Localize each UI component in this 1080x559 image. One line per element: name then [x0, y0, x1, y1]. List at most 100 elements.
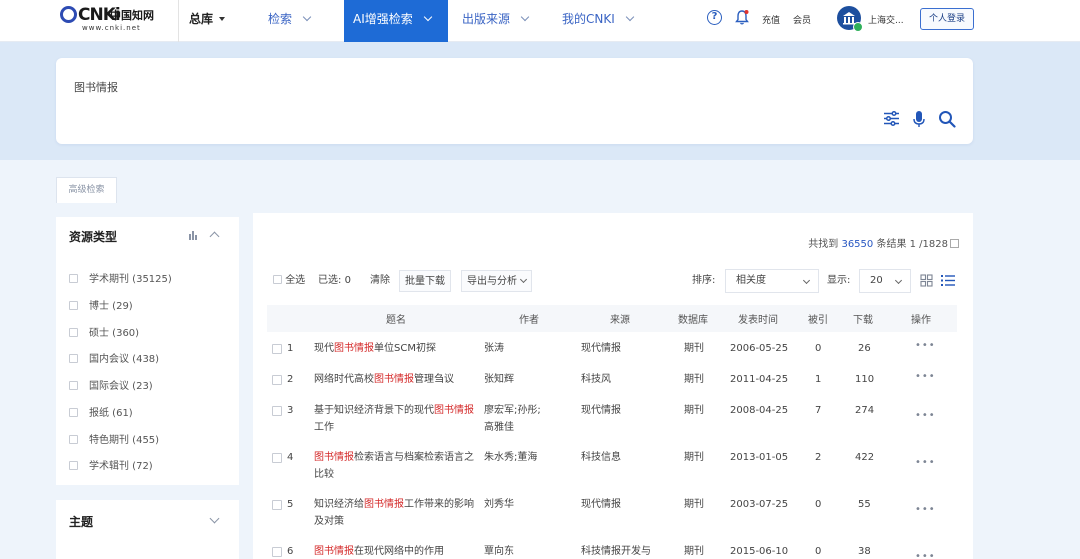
result-title-link[interactable]: 知识经济给图书情报工作带来的影响及对策: [314, 496, 474, 530]
checkbox[interactable]: [69, 408, 78, 417]
row-checkbox[interactable]: [272, 375, 282, 385]
list-view-icon[interactable]: [941, 274, 955, 290]
author-link[interactable]: 张涛: [484, 340, 542, 357]
institution-name[interactable]: 上海交...: [868, 13, 904, 26]
cited-cell[interactable]: 2: [815, 449, 821, 466]
nav-my-cnki[interactable]: 我的CNKI: [562, 0, 635, 42]
more-actions-icon[interactable]: •••: [915, 457, 936, 468]
author-link[interactable]: 刘秀华: [484, 496, 542, 513]
row-checkbox[interactable]: [272, 500, 282, 510]
result-title-link[interactable]: 图书情报在现代网络中的作用: [314, 543, 474, 559]
row-checkbox[interactable]: [272, 547, 282, 557]
checkbox[interactable]: [69, 381, 78, 390]
checkbox[interactable]: [69, 461, 78, 470]
cited-cell[interactable]: 1: [815, 371, 821, 388]
nav-ai-search[interactable]: AI增强检索: [344, 0, 448, 42]
source-link[interactable]: 现代情报: [581, 402, 621, 419]
resource-type-item[interactable]: 国内会议 (438): [69, 350, 159, 365]
nav-ai-search-label: AI增强检索: [353, 12, 413, 26]
chevron-up-icon[interactable]: [209, 231, 220, 242]
checkbox[interactable]: [69, 301, 78, 310]
resource-type-item[interactable]: 学术期刊 (35125): [69, 270, 172, 285]
result-title-link[interactable]: 基于知识经济背景下的现代图书情报工作: [314, 402, 474, 436]
checkbox[interactable]: [69, 435, 78, 444]
cited-cell[interactable]: 0: [815, 496, 821, 513]
nav-search[interactable]: 检索: [268, 0, 312, 42]
topic-title: 主题: [69, 515, 94, 529]
cited-cell[interactable]: 0: [815, 340, 821, 357]
bell-icon[interactable]: [734, 9, 750, 29]
chevron-down-icon[interactable]: [209, 513, 220, 524]
source-link[interactable]: 现代情报: [581, 496, 621, 513]
result-title-link[interactable]: 图书情报检索语言与档案检索语言之比较: [314, 449, 474, 483]
row-checkbox[interactable]: [272, 406, 282, 416]
personal-login-button[interactable]: 个人登录: [920, 8, 974, 30]
author-link[interactable]: 覃向东: [484, 543, 542, 559]
member-link[interactable]: 会员: [793, 13, 811, 26]
source-link[interactable]: 现代情报: [581, 340, 621, 357]
column-date[interactable]: 发表时间: [738, 311, 778, 326]
select-all[interactable]: 全选: [273, 270, 305, 292]
result-title-link[interactable]: 现代图书情报单位SCM初探: [314, 340, 474, 357]
batch-download-button[interactable]: 批量下载: [399, 270, 451, 292]
more-actions-icon[interactable]: •••: [915, 551, 936, 559]
checkbox[interactable]: [69, 274, 78, 283]
recharge-link[interactable]: 充值: [762, 13, 780, 26]
cited-cell[interactable]: 7: [815, 402, 821, 419]
advanced-search-tab[interactable]: 高级检索: [56, 177, 117, 203]
resource-type-item[interactable]: 博士 (29): [69, 297, 133, 312]
more-actions-icon[interactable]: •••: [915, 410, 936, 421]
checkbox[interactable]: [69, 354, 78, 363]
column-downloads[interactable]: 下载: [853, 311, 873, 326]
column-title[interactable]: 题名: [386, 311, 406, 326]
search-box[interactable]: 图书情报: [56, 58, 973, 144]
bar-chart-icon[interactable]: [188, 230, 198, 243]
topic-panel[interactable]: 主题: [56, 500, 239, 559]
author-link[interactable]: 廖宏军;孙彤;高雅佳: [484, 402, 542, 436]
column-source[interactable]: 来源: [610, 311, 630, 326]
checkbox[interactable]: [273, 275, 282, 284]
more-actions-icon[interactable]: •••: [915, 340, 936, 351]
column-author[interactable]: 作者: [519, 311, 539, 326]
cited-cell[interactable]: 0: [815, 543, 821, 559]
database-selector[interactable]: 总库: [178, 0, 226, 42]
resource-type-item[interactable]: 硕士 (360): [69, 324, 140, 339]
more-actions-icon[interactable]: •••: [915, 504, 936, 515]
page-size-select[interactable]: 20: [859, 269, 911, 293]
search-query-text[interactable]: 图书情报: [74, 79, 118, 95]
sort-select[interactable]: 相关度: [725, 269, 819, 293]
resource-type-label: 国际会议 (23): [89, 381, 153, 392]
resource-type-label: 学术辑刊 (72): [89, 461, 153, 472]
author-link[interactable]: 张知辉: [484, 371, 542, 388]
source-link[interactable]: 科技信息: [581, 449, 621, 466]
resource-type-label: 特色期刊 (455): [89, 435, 160, 446]
checkbox[interactable]: [69, 328, 78, 337]
result-title-link[interactable]: 网络时代高校图书情报管理刍议: [314, 371, 474, 388]
institution-avatar[interactable]: [837, 6, 863, 32]
row-checkbox[interactable]: [272, 344, 282, 354]
title-text: 单位SCM初探: [374, 343, 436, 354]
resource-type-item[interactable]: 国际会议 (23): [69, 377, 153, 392]
column-cited[interactable]: 被引: [808, 311, 828, 326]
resource-type-label: 硕士 (360): [89, 328, 140, 339]
column-database[interactable]: 数据库: [678, 311, 708, 326]
export-analysis-button[interactable]: 导出与分析: [461, 270, 532, 292]
source-link[interactable]: 科技情报开发与: [581, 543, 651, 559]
author-link[interactable]: 朱水秀;董海: [484, 449, 542, 466]
cnki-logo[interactable]: CNKi 中国知网 www.cnki.net: [60, 5, 160, 33]
row-checkbox[interactable]: [272, 453, 282, 463]
page-size-value: 20: [870, 275, 883, 286]
clear-button[interactable]: 清除: [370, 270, 390, 292]
resource-type-item[interactable]: 特色期刊 (455): [69, 431, 160, 446]
resource-type-item[interactable]: 学术辑刊 (72): [69, 457, 153, 472]
question-circle-icon[interactable]: ?: [707, 10, 722, 25]
more-actions-icon[interactable]: •••: [915, 371, 936, 382]
page-next-box[interactable]: [950, 239, 959, 248]
search-icon[interactable]: [938, 110, 956, 131]
filter-sliders-icon[interactable]: [883, 110, 900, 130]
grid-view-icon[interactable]: [920, 274, 933, 290]
nav-publication-source[interactable]: 出版来源: [462, 0, 530, 42]
resource-type-item[interactable]: 报纸 (61): [69, 404, 133, 419]
source-link[interactable]: 科技风: [581, 371, 611, 388]
microphone-icon[interactable]: [912, 110, 926, 131]
